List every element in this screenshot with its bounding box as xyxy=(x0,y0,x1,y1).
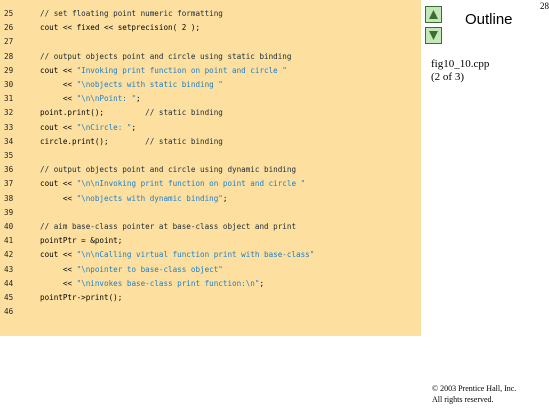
code-text: << "\npointer to base-class object" xyxy=(40,263,223,276)
file-part: (2 of 3) xyxy=(431,71,464,83)
code-text: cout << "\nCircle: "; xyxy=(40,121,136,134)
code-text: // output objects point and circle using… xyxy=(40,50,291,63)
previous-slide-button[interactable] xyxy=(425,6,442,23)
code-token: cout << xyxy=(40,122,77,132)
code-comment: // static binding xyxy=(145,108,223,118)
copyright-line-2: All rights reserved. xyxy=(432,395,494,404)
file-name: fig10_10.cpp xyxy=(431,58,490,70)
line-number: 44 xyxy=(4,278,14,288)
line-number: 38 xyxy=(4,193,14,203)
code-token: << xyxy=(40,94,77,104)
code-comment: // set floating point numeric formatting xyxy=(40,9,223,18)
code-text: // set floating point numeric formatting xyxy=(40,7,223,20)
code-text: cout << "\n\nCalling virtual function pr… xyxy=(40,248,314,261)
page-number: 28 xyxy=(540,1,549,11)
line-number: 34 xyxy=(4,136,14,146)
line-number: 28 xyxy=(4,51,14,61)
code-text: circle.print(); // static binding xyxy=(40,135,223,148)
code-token: ; xyxy=(259,278,265,288)
line-number: 35 xyxy=(4,151,14,160)
code-comment: // output objects point and circle using… xyxy=(40,51,292,61)
line-number: 29 xyxy=(4,65,14,75)
code-token: cout << xyxy=(40,179,77,189)
code-comment: // static binding xyxy=(145,136,223,146)
code-comment: // output objects point and circle using… xyxy=(40,165,297,175)
string-literal: "\nobjects with dynamic binding" xyxy=(76,193,223,203)
code-comment: // aim base-class pointer at base-class … xyxy=(40,222,297,231)
code-token: cout << xyxy=(40,65,77,75)
code-token: ; xyxy=(136,94,141,104)
line-number: 43 xyxy=(4,264,14,274)
string-literal: "\n\nCalling virtual function print with… xyxy=(76,250,315,260)
string-literal: "Invoking print function on point and ci… xyxy=(76,65,287,75)
code-text: << "\n\nPoint: "; xyxy=(40,92,141,105)
string-literal: "\nCircle: " xyxy=(76,122,132,132)
line-number: 46 xyxy=(4,307,14,317)
copyright-line-1: © 2003 Prentice Hall, Inc. xyxy=(432,384,517,393)
code-text: cout << "\n\nInvoking print function on … xyxy=(40,177,305,190)
line-number: 40 xyxy=(4,222,14,231)
code-token: ; xyxy=(131,122,137,132)
line-number: 30 xyxy=(4,80,14,89)
string-literal: "\ninvokes base-class print function:\n" xyxy=(76,278,260,288)
next-slide-button[interactable] xyxy=(425,27,442,44)
line-number: 25 xyxy=(4,9,14,18)
code-token: cout << xyxy=(40,250,77,260)
code-text: << "\ninvokes base-class print function:… xyxy=(40,277,264,290)
code-token: ; xyxy=(222,193,228,203)
code-token: << xyxy=(40,278,77,288)
outline-title[interactable]: Outline xyxy=(465,11,513,28)
code-token: circle.print(); xyxy=(40,136,146,146)
code-text: << "\nobjects with static binding " xyxy=(40,78,223,91)
line-number: 27 xyxy=(4,37,14,47)
line-number: 42 xyxy=(4,250,14,260)
code-token: point.print(); xyxy=(40,108,146,118)
line-number: 32 xyxy=(4,108,14,118)
code-text: << "\nobjects with dynamic binding"; xyxy=(40,192,228,205)
triangle-down-icon xyxy=(429,31,438,40)
code-text: cout << "Invoking print function on poin… xyxy=(40,64,287,77)
code-token: << xyxy=(40,264,77,274)
code-token: cout << fixed << setprecision( 2 ); xyxy=(40,23,201,33)
line-number: 37 xyxy=(4,179,14,189)
code-listing-panel: 25 // set floating point numeric formatti… xyxy=(0,0,421,336)
string-literal: "\npointer to base-class object" xyxy=(76,264,223,274)
line-number: 33 xyxy=(4,122,14,132)
code-text: point.print(); // static binding xyxy=(40,106,223,119)
triangle-up-icon xyxy=(429,10,438,19)
code-token: pointPtr->print(); xyxy=(40,293,123,302)
line-number: 41 xyxy=(4,236,14,246)
line-number: 39 xyxy=(4,207,14,217)
code-token: pointPtr = &point; xyxy=(40,236,123,246)
file-info: fig10_10.cpp (2 of 3) xyxy=(431,58,489,84)
string-literal: "\n\nInvoking print function on point an… xyxy=(76,179,306,189)
code-text: // output objects point and circle using… xyxy=(40,163,296,176)
string-literal: "\n\nPoint: " xyxy=(76,94,137,104)
line-number: 45 xyxy=(4,293,14,302)
code-token: << xyxy=(40,193,77,203)
line-number: 36 xyxy=(4,165,14,175)
code-text: cout << fixed << setprecision( 2 ); xyxy=(40,21,200,34)
line-number: 26 xyxy=(4,23,14,33)
line-number: 31 xyxy=(4,94,14,104)
code-text: pointPtr = &point; xyxy=(40,234,122,247)
string-literal: "\nobjects with static binding " xyxy=(76,80,223,89)
code-text: // aim base-class pointer at base-class … xyxy=(40,220,296,233)
code-token: << xyxy=(40,80,77,89)
code-text: pointPtr->print(); xyxy=(40,291,122,304)
copyright-notice: © 2003 Prentice Hall, Inc. All rights re… xyxy=(432,383,516,405)
